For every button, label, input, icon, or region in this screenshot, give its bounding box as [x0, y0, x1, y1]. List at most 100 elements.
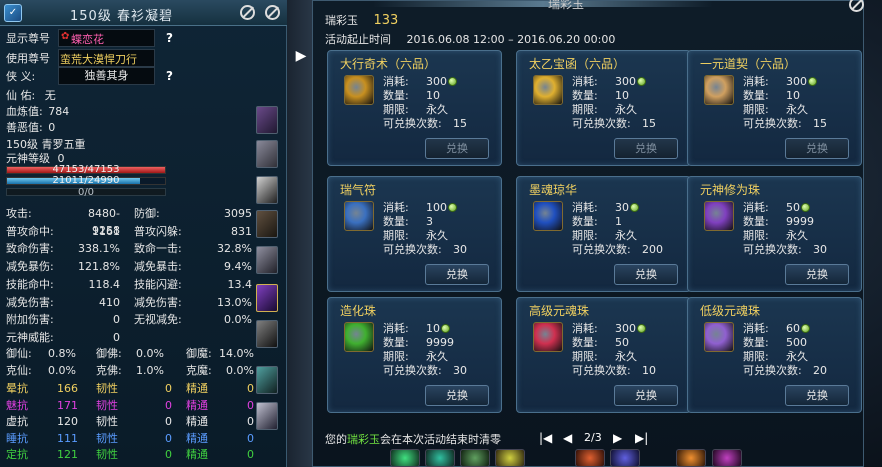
exchange-button[interactable]: 兑换 [785, 385, 849, 406]
shield-icon[interactable]: ✓ [4, 4, 22, 22]
equip-slot-icon[interactable] [256, 140, 278, 168]
jade-coin-icon [637, 77, 646, 86]
item-qty-label: 数量: [743, 89, 769, 102]
item-qty-label: 数量: [383, 336, 409, 349]
item-times-row: 可兑换次数: 200 [572, 243, 663, 257]
exchange-button[interactable]: 兑换 [425, 264, 489, 285]
item-term-value: 永久 [615, 103, 637, 116]
stat-row: 技能命中: 118.4 技能闪避: 13.4 [6, 276, 254, 293]
xiayi-value: 独善其身 [84, 69, 129, 82]
item-icon[interactable] [533, 322, 563, 352]
resist-label: 定抗 [6, 448, 28, 461]
magic-label: 御魔: [186, 347, 212, 360]
resist-value: 171 [57, 398, 78, 412]
stat-label: 致命伤害: [6, 242, 54, 256]
last-page-icon[interactable]: ▶| [635, 431, 648, 445]
item-times-value: 15 [642, 117, 656, 130]
help-icon[interactable]: ? [166, 69, 173, 83]
item-cost-value-wrap: 30 [615, 201, 639, 215]
exchange-button[interactable]: 兑换 [785, 138, 849, 159]
help-icon[interactable]: ? [166, 31, 173, 45]
item-icon[interactable] [704, 201, 734, 231]
stat-value: 0 [113, 313, 120, 327]
hotbar-slot[interactable] [610, 449, 640, 467]
first-page-icon[interactable]: |◀ [539, 431, 552, 445]
resist-value: 0 [247, 448, 254, 461]
stat-value: 118.4 [88, 277, 121, 291]
item-icon[interactable] [704, 75, 734, 105]
item-cost-label: 消耗: [383, 75, 409, 88]
exchange-button[interactable]: 兑换 [425, 385, 489, 406]
resist-value: 120 [57, 415, 78, 428]
item-cost-label: 消耗: [383, 322, 409, 335]
item-qty-row: 数量: 9999 [383, 336, 454, 350]
close-icon[interactable] [849, 0, 864, 12]
stat-value: 0.0% [224, 313, 252, 327]
expand-arrow-icon[interactable]: ▶ [290, 46, 312, 66]
equip-slot-icon[interactable] [256, 210, 278, 238]
item-cost-value: 100 [426, 201, 447, 214]
magic-value: 0.0% [48, 364, 76, 377]
next-page-icon[interactable]: ▶ [613, 431, 622, 445]
period-row: 活动起止时间 2016.06.08 12:00 – 2016.06.20 00:… [325, 31, 615, 47]
xuesha-value: 784 [48, 105, 70, 118]
xiayi-value-box: 独善其身 [58, 67, 155, 85]
item-icon[interactable] [533, 201, 563, 231]
hotbar-slot[interactable] [676, 449, 706, 467]
item-times-label: 可兑换次数: [572, 117, 631, 130]
item-term-row: 期限: 永久 [383, 229, 448, 243]
stat-value: 3095 [224, 207, 252, 220]
exchange-button[interactable]: 兑换 [425, 138, 489, 159]
item-cost-value: 50 [786, 201, 800, 214]
resist-value: 0 [165, 382, 172, 395]
equip-slot-icon[interactable] [256, 106, 278, 134]
close-icon[interactable] [265, 5, 280, 20]
equip-slot-icon[interactable] [256, 176, 278, 204]
forbid-icon[interactable] [240, 5, 255, 20]
character-panel-title-bar: ✓ 150级 春衫凝碧 [0, 0, 287, 26]
exchange-button[interactable]: 兑换 [614, 385, 678, 406]
hotbar-slot[interactable] [575, 449, 605, 467]
item-times-value: 20 [813, 364, 827, 377]
currency-value: 133 [373, 13, 399, 28]
item-icon[interactable] [344, 75, 374, 105]
item-icon[interactable] [533, 75, 563, 105]
item-cost-label: 消耗: [743, 75, 769, 88]
item-term-value: 永久 [786, 350, 808, 363]
item-qty-value: 9999 [426, 336, 454, 349]
item-term-label: 期限: [743, 103, 769, 116]
exchange-button[interactable]: 兑换 [614, 138, 678, 159]
equip-slot-icon[interactable] [256, 284, 278, 312]
use-title-select[interactable]: 蛮荒大漠悍刀行 [58, 49, 155, 67]
item-icon[interactable] [344, 322, 374, 352]
hotbar-slot[interactable] [460, 449, 490, 467]
exchange-button[interactable]: 兑换 [614, 264, 678, 285]
item-icon[interactable] [704, 322, 734, 352]
exchange-item-card: 低级元魂珠 消耗: 60 数量: 500 期限: 永久 可兑换次数: 20 兑换 [687, 297, 862, 413]
item-term-label: 期限: [383, 229, 409, 242]
item-qty-label: 数量: [572, 215, 598, 228]
period-value: 2016.06.08 12:00 – 2016.06.20 00:00 [406, 33, 616, 46]
prev-page-icon[interactable]: ◀ [563, 431, 572, 445]
item-qty-value: 10 [615, 89, 629, 102]
resist-value: 0 [247, 415, 254, 428]
hotbar-slot[interactable] [425, 449, 455, 467]
exchange-button[interactable]: 兑换 [785, 264, 849, 285]
hotbar-slot[interactable] [712, 449, 742, 467]
equip-slot-icon[interactable] [256, 366, 278, 394]
stat-label: 攻击: [6, 207, 32, 220]
hotbar-slot[interactable] [495, 449, 525, 467]
equip-slot-icon[interactable] [256, 320, 278, 348]
hotbar-slot[interactable] [390, 449, 420, 467]
item-cost-row: 消耗: 100 [383, 201, 457, 215]
display-title-select[interactable]: ✿ 蝶恋花 [58, 29, 155, 47]
equip-slot-icon[interactable] [256, 246, 278, 274]
exchange-item-card: 大行奇术（六品） 消耗: 300 数量: 10 期限: 永久 可兑换次数: 15 兑换 [327, 50, 502, 166]
item-name: 太乙宝函（六品） [529, 57, 626, 71]
item-icon[interactable] [344, 201, 374, 231]
item-term-value: 永久 [426, 350, 448, 363]
equip-slot-icon[interactable] [256, 402, 278, 430]
resist-row: 晕抗 166 韧性 0 精通 0 [6, 380, 254, 397]
resist-value: 166 [57, 382, 78, 395]
exchange-item-card: 瑞气符 消耗: 100 数量: 3 期限: 永久 可兑换次数: 30 兑换 [327, 176, 502, 292]
